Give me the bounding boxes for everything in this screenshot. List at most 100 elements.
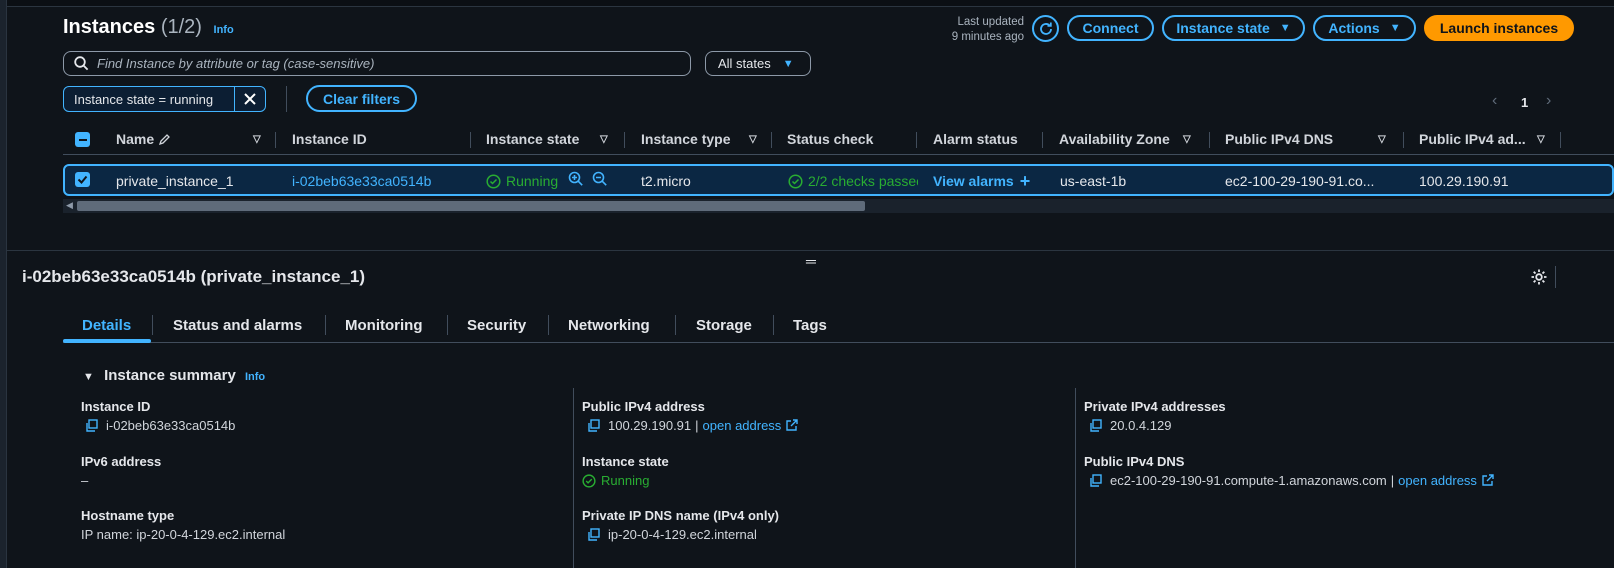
tab-details[interactable]: Details — [82, 317, 131, 334]
separator: | — [695, 418, 699, 433]
column-public-dns[interactable]: Public IPv4 DNS — [1225, 131, 1333, 147]
column-instance-id[interactable]: Instance ID — [292, 131, 367, 147]
hostname-label: Hostname type — [81, 508, 175, 523]
column-divider — [275, 132, 276, 148]
tabs-baseline — [63, 342, 1614, 343]
scrollbar-thumb[interactable] — [77, 201, 865, 211]
tab-divider — [675, 315, 676, 335]
table-header: Name ▽ Instance ID Instance state ▽ Inst… — [63, 126, 1614, 155]
external-link-icon[interactable] — [1481, 474, 1494, 487]
next-page-button[interactable]: › — [1546, 92, 1551, 110]
zoom-out-icon — [592, 171, 607, 186]
copy-icon[interactable] — [85, 419, 98, 432]
copy-icon[interactable] — [1089, 474, 1102, 487]
settings-divider — [1555, 266, 1556, 288]
instance-summary-header[interactable]: ▼ Instance summary Info — [83, 367, 265, 384]
states-select[interactable]: All states ▼ — [705, 51, 811, 76]
column-divider — [573, 388, 574, 568]
public-dns-label: Public IPv4 DNS — [1084, 454, 1185, 469]
actions-button[interactable]: Actions ▼ — [1313, 15, 1416, 41]
column-name[interactable]: Name — [116, 131, 171, 147]
private-ipv4-label: Private IPv4 addresses — [1084, 399, 1226, 414]
open-address-link[interactable]: open address — [1398, 473, 1477, 488]
instance-state-field-value: Running — [582, 473, 649, 488]
instance-count: (1/2) — [160, 16, 202, 38]
sort-icon[interactable]: ▽ — [1183, 134, 1191, 145]
row-availability-zone: us-east-1b — [1060, 173, 1127, 189]
row-instance-id-link[interactable]: i-02beb63e33ca0514b — [292, 173, 431, 189]
tab-divider — [325, 315, 326, 335]
resize-handle-icon[interactable]: ═ — [806, 253, 816, 269]
search-icon — [74, 56, 89, 71]
column-public-ipv4[interactable]: Public IPv4 ad... — [1419, 131, 1526, 147]
page-number[interactable]: 1 — [1521, 95, 1528, 110]
column-divider — [1042, 132, 1043, 148]
instance-id-text: i-02beb63e33ca0514b — [106, 418, 236, 433]
copy-icon[interactable] — [587, 528, 600, 541]
info-link[interactable]: Info — [214, 24, 234, 36]
view-alarms-link[interactable]: View alarms + — [933, 172, 1030, 190]
tab-monitoring[interactable]: Monitoring — [345, 317, 422, 334]
private-dns-label: Private IP DNS name (IPv4 only) — [582, 508, 779, 523]
connect-button[interactable]: Connect — [1067, 15, 1154, 41]
private-ipv4-text: 20.0.4.129 — [1110, 418, 1172, 433]
view-alarms-label: View alarms — [933, 173, 1014, 189]
summary-info-link[interactable]: Info — [245, 371, 265, 383]
row-state-label: Running — [506, 173, 559, 189]
tab-status-and-alarms[interactable]: Status and alarms — [173, 317, 302, 334]
column-divider — [916, 132, 917, 148]
instance-state-field-label: Instance state — [582, 454, 669, 469]
row-checkbox[interactable] — [75, 172, 90, 187]
zoom-out-button[interactable] — [592, 171, 608, 190]
column-alarm-status[interactable]: Alarm status — [933, 131, 1018, 147]
column-divider — [470, 132, 471, 148]
row-state: Running — [486, 173, 558, 189]
public-dns-text: ec2-100-29-190-91.compute-1.amazonaws.co… — [1110, 473, 1387, 488]
clear-filters-button[interactable]: Clear filters — [306, 85, 417, 112]
remove-filter-button[interactable] — [235, 92, 265, 106]
prev-page-button[interactable]: ‹ — [1492, 92, 1497, 110]
edit-icon — [159, 133, 171, 145]
settings-button[interactable] — [1530, 268, 1548, 289]
copy-icon[interactable] — [587, 419, 600, 432]
column-instance-type[interactable]: Instance type — [641, 131, 730, 147]
separator: | — [1390, 473, 1395, 488]
horizontal-scrollbar[interactable]: ◀ — [63, 199, 1614, 213]
private-ipv4-value: 20.0.4.129 — [1089, 418, 1171, 433]
title-text: Instances — [63, 16, 156, 38]
chevron-left-icon: ‹ — [1492, 92, 1498, 109]
column-divider — [1403, 132, 1404, 148]
sort-icon[interactable]: ▽ — [1537, 134, 1545, 145]
sort-icon[interactable]: ▽ — [1378, 134, 1386, 145]
search-input[interactable]: Find Instance by attribute or tag (case-… — [63, 51, 691, 76]
instance-id-value: i-02beb63e33ca0514b — [85, 418, 235, 433]
instance-state-button[interactable]: Instance state ▼ — [1162, 15, 1305, 41]
open-address-link[interactable]: open address — [703, 418, 782, 433]
row-status-check: 2/2 checks passec — [788, 173, 918, 189]
status-ok-icon — [582, 473, 596, 488]
copy-icon[interactable] — [1089, 419, 1102, 432]
private-dns-text: ip-20-0-4-129.ec2.internal — [608, 527, 757, 542]
launch-instances-button[interactable]: Launch instances — [1424, 15, 1574, 41]
select-all-checkbox[interactable] — [75, 132, 90, 147]
table-row[interactable]: private_instance_1 i-02beb63e33ca0514b R… — [63, 164, 1614, 196]
tab-divider — [773, 315, 774, 335]
tab-divider — [152, 315, 153, 335]
refresh-button[interactable] — [1032, 15, 1059, 42]
sort-icon[interactable]: ▽ — [600, 134, 608, 145]
column-status-check[interactable]: Status check — [787, 131, 873, 147]
row-name: private_instance_1 — [116, 173, 234, 189]
sort-icon[interactable]: ▽ — [749, 134, 757, 145]
tab-storage[interactable]: Storage — [696, 317, 752, 334]
tab-networking[interactable]: Networking — [568, 317, 650, 334]
tab-tags[interactable]: Tags — [793, 317, 827, 334]
clear-filters-label: Clear filters — [322, 90, 401, 107]
external-link-icon[interactable] — [785, 419, 799, 432]
column-availability-zone[interactable]: Availability Zone — [1059, 131, 1170, 147]
instance-id-label: Instance ID — [81, 399, 151, 414]
hostname-value: IP name: ip-20-0-4-129.ec2.internal — [81, 527, 286, 542]
sort-icon[interactable]: ▽ — [253, 134, 261, 145]
zoom-in-button[interactable] — [568, 171, 584, 190]
tab-security[interactable]: Security — [467, 317, 526, 334]
column-instance-state[interactable]: Instance state — [486, 131, 579, 147]
